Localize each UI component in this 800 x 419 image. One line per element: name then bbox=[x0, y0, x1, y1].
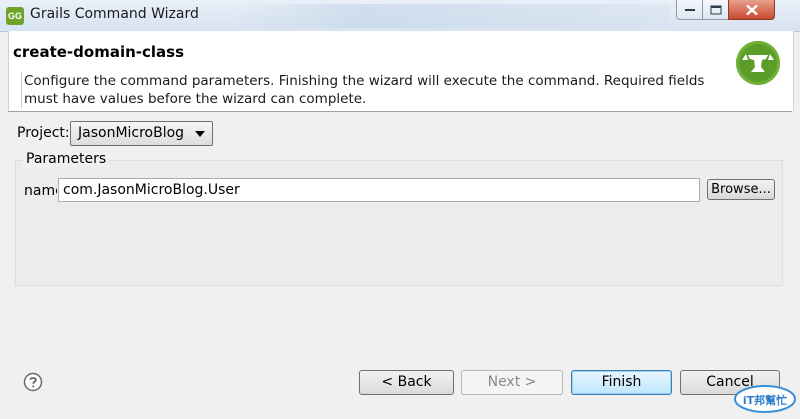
svg-text:iT邦幫忙: iT邦幫忙 bbox=[743, 393, 787, 407]
close-button[interactable] bbox=[728, 0, 775, 20]
minimize-button[interactable] bbox=[676, 0, 703, 20]
help-icon bbox=[23, 372, 43, 392]
browse-button[interactable]: Browse... bbox=[707, 179, 775, 200]
project-selected-value: JasonMicroBlog bbox=[78, 125, 185, 141]
chevron-down-icon bbox=[195, 131, 205, 137]
help-button[interactable] bbox=[23, 372, 43, 392]
app-icon: GG bbox=[6, 7, 24, 25]
next-button[interactable]: Next > bbox=[461, 370, 563, 395]
back-button[interactable]: < Back bbox=[359, 370, 454, 395]
title-bar[interactable]: GG Grails Command Wizard bbox=[0, 0, 800, 32]
minimize-icon bbox=[684, 8, 695, 11]
maximize-icon bbox=[710, 5, 721, 14]
project-label: Project: bbox=[17, 125, 70, 141]
grails-logo-icon bbox=[736, 41, 780, 85]
finish-button[interactable]: Finish bbox=[571, 370, 672, 395]
wizard-window: GG Grails Command Wizard create-domain-c… bbox=[0, 0, 800, 418]
ithome-watermark-logo: iT邦幫忙 bbox=[733, 383, 797, 415]
header-divider bbox=[8, 111, 792, 112]
close-icon bbox=[745, 4, 758, 15]
page-title: create-domain-class bbox=[13, 43, 185, 61]
maximize-button[interactable] bbox=[702, 0, 729, 20]
parameters-group-label: Parameters bbox=[23, 151, 110, 167]
name-field[interactable] bbox=[58, 178, 700, 202]
title-bar-background bbox=[230, 4, 670, 28]
page-description: Configure the command parameters. Finish… bbox=[21, 72, 724, 108]
name-field-label: name bbox=[24, 183, 57, 199]
project-dropdown[interactable]: JasonMicroBlog bbox=[70, 121, 213, 146]
window-title: Grails Command Wizard bbox=[30, 6, 199, 22]
wizard-header: create-domain-class Configure the comman… bbox=[8, 31, 794, 111]
